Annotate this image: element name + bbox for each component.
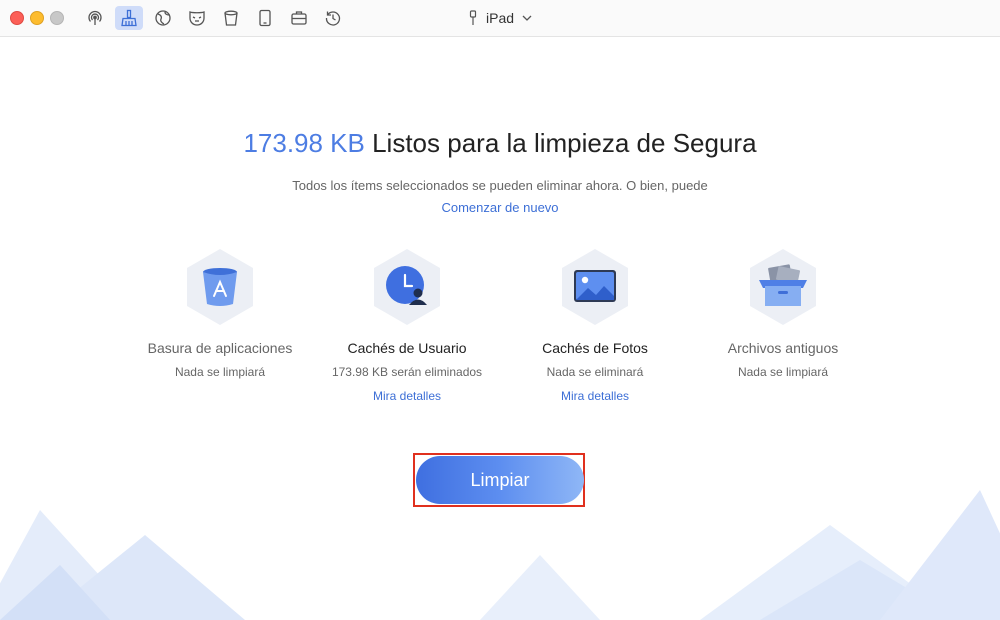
broom-icon[interactable] bbox=[115, 6, 143, 30]
cleanup-size: 173.98 KB bbox=[243, 128, 365, 158]
device-selector[interactable]: iPad bbox=[468, 0, 532, 36]
category-title: Basura de aplicaciones bbox=[147, 340, 293, 356]
device-name: iPad bbox=[486, 10, 515, 26]
title-bar: iPad bbox=[0, 0, 1000, 37]
minimize-window-button[interactable] bbox=[30, 11, 44, 25]
category-status: Nada se eliminará bbox=[546, 365, 644, 379]
category-user-caches: Cachés de Usuario 173.98 KB serán elimin… bbox=[307, 248, 507, 403]
history-icon[interactable] bbox=[319, 6, 347, 30]
category-status: Nada se limpiará bbox=[174, 365, 266, 379]
category-status: Nada se limpiará bbox=[737, 365, 829, 379]
details-link-user-caches[interactable]: Mira detalles bbox=[307, 389, 507, 403]
maximize-window-button[interactable] bbox=[50, 11, 64, 25]
category-title: Cachés de Fotos bbox=[542, 340, 648, 356]
subtitle: Todos los ítems seleccionados se pueden … bbox=[292, 178, 708, 193]
page-title: 173.98 KB Listos para la limpieza de Seg… bbox=[0, 128, 1000, 159]
clean-button[interactable]: Limpiar bbox=[416, 456, 584, 504]
restart-link[interactable]: Comenzar de nuevo bbox=[0, 200, 1000, 215]
category-title: Archivos antiguos bbox=[727, 340, 839, 356]
category-photo-caches: Cachés de Fotos Nada se eliminará Mira d… bbox=[495, 248, 695, 403]
category-app-junk: Basura de aplicaciones Nada se limpiará bbox=[120, 248, 320, 379]
cable-icon bbox=[469, 10, 477, 25]
category-title: Cachés de Usuario bbox=[347, 340, 467, 356]
photo-icon bbox=[560, 248, 630, 326]
title-text: Listos para la limpieza de Segura bbox=[364, 128, 757, 158]
chevron-down-icon bbox=[522, 15, 532, 21]
archive-box-icon bbox=[748, 248, 818, 326]
globe-icon[interactable] bbox=[149, 6, 177, 30]
details-link-photo-caches[interactable]: Mira detalles bbox=[495, 389, 695, 403]
close-window-button[interactable] bbox=[10, 11, 24, 25]
user-clock-icon bbox=[372, 248, 442, 326]
category-old-files: Archivos antiguos Nada se limpiará bbox=[683, 248, 883, 379]
tablet-icon[interactable] bbox=[251, 6, 279, 30]
category-status: 173.98 KB serán eliminados bbox=[331, 365, 483, 379]
airdrop-icon[interactable] bbox=[81, 6, 109, 30]
trash-icon[interactable] bbox=[217, 6, 245, 30]
app-bin-icon bbox=[185, 248, 255, 326]
mask-icon[interactable] bbox=[183, 6, 211, 30]
toolbox-icon[interactable] bbox=[285, 6, 313, 30]
